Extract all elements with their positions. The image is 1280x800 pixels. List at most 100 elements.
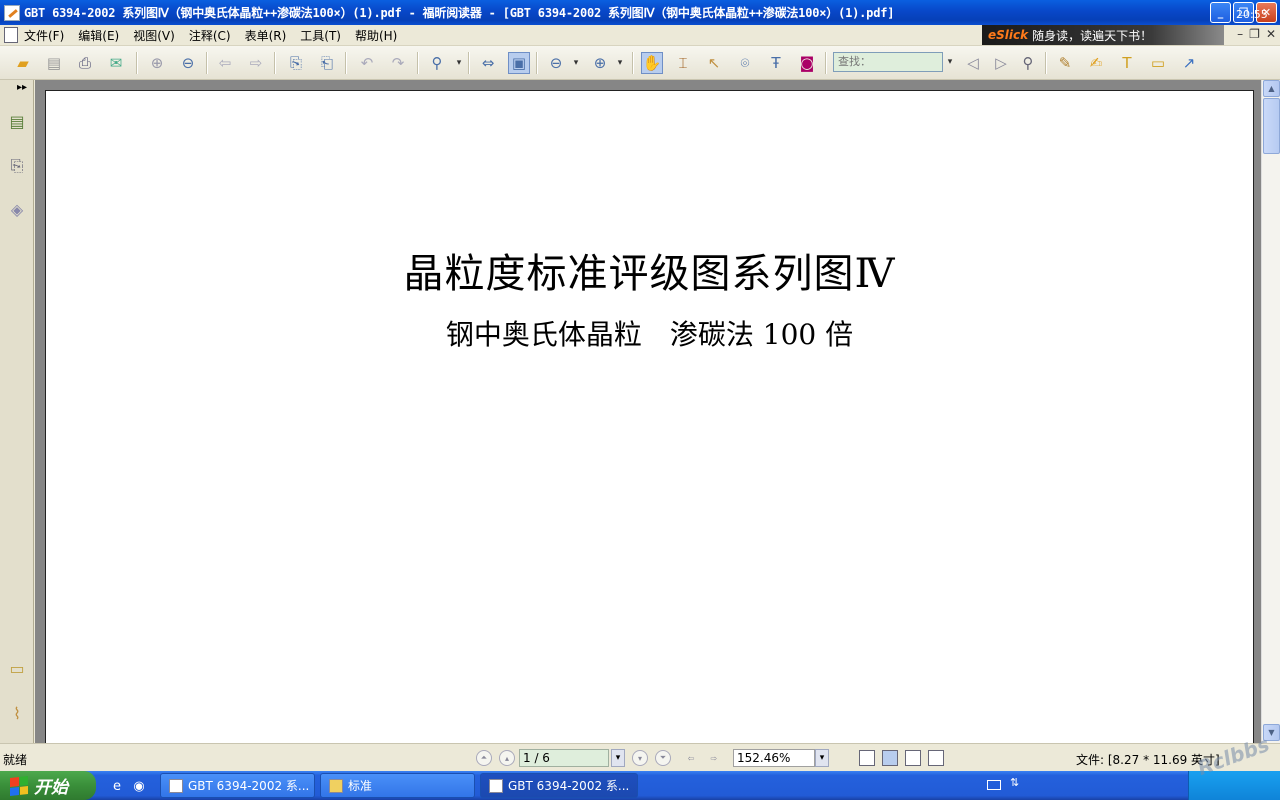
layers-icon[interactable]: ◈ xyxy=(7,198,27,220)
snapshot-icon[interactable]: ◙ xyxy=(796,52,818,74)
bookmarks-icon[interactable]: ▤ xyxy=(7,110,27,132)
menu-view[interactable]: 视图(V) xyxy=(133,27,175,44)
taskbar-item-pdf-2[interactable]: GBT 6394-2002 系... xyxy=(480,773,638,798)
open-folder-icon[interactable]: ▰ xyxy=(12,52,34,74)
arrow-tool-icon[interactable]: ↗ xyxy=(1178,52,1200,74)
menu-file[interactable]: 文件(F) xyxy=(24,27,64,44)
fit-width-icon[interactable]: ⇔ xyxy=(477,52,499,74)
undo-icon[interactable]: ↶ xyxy=(356,52,378,74)
email-icon[interactable]: ✉ xyxy=(105,52,127,74)
first-page-icon[interactable]: ⏶ xyxy=(476,750,492,766)
doc-close-button[interactable]: ✕ xyxy=(1266,27,1276,41)
forward-icon[interactable]: ⇨ xyxy=(245,52,267,74)
start-label: 开始 xyxy=(34,778,68,798)
taskbar-item-folder[interactable]: 标准 xyxy=(320,773,475,798)
highlight-tool-icon[interactable]: ✎ xyxy=(1054,52,1076,74)
zoom-out-icon[interactable]: ⊖ xyxy=(545,52,567,74)
banner-brand: eSlick xyxy=(988,28,1029,42)
foxit-app-icon[interactable] xyxy=(4,4,20,21)
doc-minimize-button[interactable]: – xyxy=(1237,27,1243,41)
pdf-page: 晶粒度标准评级图系列图Ⅳ 钢中奥氏体晶粒 渗碳法 100 倍 xyxy=(45,90,1254,743)
document-subtitle: 钢中奥氏体晶粒 渗碳法 100 倍 xyxy=(445,318,854,351)
taskbar: 开始 e ◉ GBT 6394-2002 系... 标准 GBT 6394-20… xyxy=(0,771,1280,800)
zoom-icon[interactable]: ⚲ xyxy=(426,52,448,74)
go-forward-icon[interactable]: ⇨ xyxy=(706,750,722,766)
document-viewport[interactable]: 晶粒度标准评级图系列图Ⅳ 钢中奥氏体晶粒 渗碳法 100 倍 xyxy=(35,80,1261,743)
next-page-icon[interactable]: ⊖ xyxy=(177,52,199,74)
doc-restore-button[interactable]: ❐ xyxy=(1249,27,1260,41)
binoculars-icon[interactable]: ⌾ xyxy=(734,52,756,74)
start-button[interactable]: 开始 xyxy=(0,771,96,800)
document-window-buttons: – ❐ ✕ xyxy=(1237,27,1276,41)
search-dropdown-icon[interactable]: ▾ xyxy=(944,52,956,72)
pdf-task-icon xyxy=(169,778,183,793)
status-text: 就绪 xyxy=(3,753,28,767)
document-icon[interactable] xyxy=(4,27,18,43)
comments-panel-icon[interactable]: ▭ xyxy=(7,657,27,679)
back-icon[interactable]: ⇦ xyxy=(214,52,236,74)
menu-comment[interactable]: 注释(C) xyxy=(189,27,231,44)
page-number-field[interactable]: 1 / 6 xyxy=(519,749,609,767)
minimize-button[interactable]: _ xyxy=(1210,2,1231,23)
continuous-facing-view-icon[interactable] xyxy=(928,750,944,766)
zoom-in-dropdown-icon[interactable]: ▾ xyxy=(613,52,627,74)
expand-panel-icon[interactable]: ▸▸ xyxy=(17,82,27,93)
redo-icon[interactable]: ↷ xyxy=(387,52,409,74)
select-arrow-icon[interactable]: ↖ xyxy=(703,52,725,74)
menu-edit[interactable]: 编辑(E) xyxy=(78,27,119,44)
document-title: 晶粒度标准评级图系列图Ⅳ xyxy=(403,251,896,297)
page-dropdown-icon[interactable]: ▾ xyxy=(611,749,625,767)
find-next-icon[interactable]: ▷ xyxy=(990,52,1012,74)
search-icon[interactable]: ⚲ xyxy=(1017,52,1039,74)
previous-page-icon[interactable]: ⊕ xyxy=(146,52,168,74)
foxit-task-icon xyxy=(489,778,503,793)
keyboard-icon[interactable] xyxy=(987,780,1001,790)
zoom-dropdown-icon[interactable]: ▾ xyxy=(452,52,466,74)
window-title: GBT 6394-2002 系列图Ⅳ（钢中奥氏体晶粒++渗碳法100×）(1).… xyxy=(24,6,895,20)
zoom-level-field[interactable]: 152.46% xyxy=(733,749,815,767)
scroll-up-icon[interactable]: ▲ xyxy=(1263,80,1280,97)
scroll-thumb[interactable] xyxy=(1263,98,1280,154)
print-icon[interactable]: ⎙ xyxy=(74,52,96,74)
ie-quicklaunch-icon[interactable]: e xyxy=(108,777,126,795)
browser-quicklaunch-icon[interactable]: ◉ xyxy=(130,777,148,795)
continuous-view-icon[interactable] xyxy=(882,750,898,766)
next-page-nav-icon[interactable]: ▾ xyxy=(632,750,648,766)
hand-tool-icon[interactable]: ✋ xyxy=(641,52,663,74)
taskbar-item-label: GBT 6394-2002 系... xyxy=(508,779,630,793)
eslick-ad-banner[interactable]: eSlick 随身读，读遍天下书！ xyxy=(982,25,1224,45)
menu-tools[interactable]: 工具(T) xyxy=(300,27,341,44)
single-page-view-icon[interactable] xyxy=(859,750,875,766)
zoom-out-dropdown-icon[interactable]: ▾ xyxy=(569,52,583,74)
pages-icon[interactable]: ⎘ xyxy=(7,155,27,177)
comment-tool-icon[interactable]: ▭ xyxy=(1147,52,1169,74)
typewriter-icon[interactable]: Ŧ xyxy=(765,52,787,74)
clock: 20:55 xyxy=(1236,8,1268,21)
fit-page-icon[interactable]: ▣ xyxy=(508,52,530,74)
facing-view-icon[interactable] xyxy=(905,750,921,766)
text-select-icon[interactable]: ⌶ xyxy=(672,52,694,74)
go-back-icon[interactable]: ⇦ xyxy=(683,750,699,766)
extract-pages-icon[interactable]: ⎘ xyxy=(285,52,307,74)
attachments-icon[interactable]: ⌇ xyxy=(7,702,27,724)
find-previous-icon[interactable]: ◁ xyxy=(962,52,984,74)
network-icon[interactable]: ⇅ xyxy=(1010,776,1019,789)
zoom-in-icon[interactable]: ⊕ xyxy=(589,52,611,74)
last-page-icon[interactable]: ⏷ xyxy=(655,750,671,766)
taskbar-item-pdf-1[interactable]: GBT 6394-2002 系... xyxy=(160,773,315,798)
menu-help[interactable]: 帮助(H) xyxy=(355,27,397,44)
menu-form[interactable]: 表单(R) xyxy=(245,27,287,44)
note-tool-icon[interactable]: ✍ xyxy=(1085,52,1107,74)
textbox-tool-icon[interactable]: T xyxy=(1116,52,1138,74)
navigation-panel xyxy=(0,80,34,743)
title-bar[interactable]: GBT 6394-2002 系列图Ⅳ（钢中奥氏体晶粒++渗碳法100×）(1).… xyxy=(0,0,1280,25)
vertical-scrollbar[interactable]: ▲ ▼ xyxy=(1261,80,1280,743)
insert-pages-icon[interactable]: ⎗ xyxy=(316,52,338,74)
save-icon[interactable]: ▤ xyxy=(43,52,65,74)
zoom-level-dropdown-icon[interactable]: ▾ xyxy=(815,749,829,767)
taskbar-item-label: GBT 6394-2002 系... xyxy=(188,779,310,793)
search-input[interactable] xyxy=(833,52,943,72)
folder-icon xyxy=(329,778,343,793)
toolbar: ▰ ▤ ⎙ ✉ ⊕ ⊖ ⇦ ⇨ ⎘ ⎗ ↶ ↷ ⚲ ▾ ⇔ ▣ ⊖ ▾ ⊕ ▾ … xyxy=(0,46,1280,80)
prev-page-icon[interactable]: ▴ xyxy=(499,750,515,766)
